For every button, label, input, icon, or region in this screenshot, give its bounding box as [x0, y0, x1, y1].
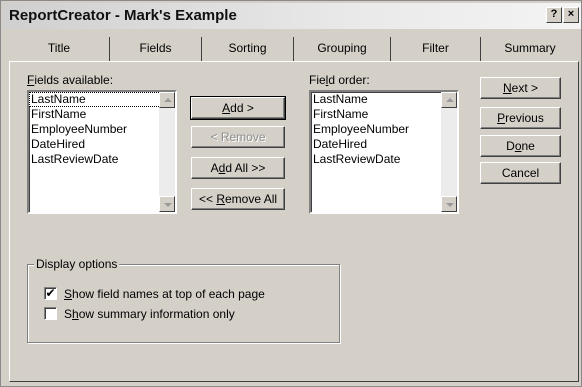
done-mnemonic: o	[514, 139, 522, 153]
arrow-down-icon	[446, 203, 454, 207]
tab-grouping[interactable]: Grouping	[294, 37, 391, 61]
next-button[interactable]: Next >	[480, 77, 561, 99]
list-item[interactable]: EmployeeNumber	[311, 122, 457, 137]
next-label: ext >	[511, 81, 539, 95]
arrow-up-icon	[164, 98, 172, 102]
field-order-label: Field order:	[309, 73, 370, 87]
tab-fields[interactable]: Fields	[110, 37, 202, 61]
fields-tab-panel: Fields available: LastName FirstName Emp…	[9, 61, 579, 382]
cancel-button[interactable]: Cancel	[480, 162, 561, 184]
tab-filter[interactable]: Filter	[391, 37, 481, 61]
arrow-up-icon	[446, 98, 454, 102]
display-options-title: Display options	[34, 257, 120, 271]
list-item[interactable]: EmployeeNumber	[29, 122, 175, 137]
list-item[interactable]: DateHired	[311, 137, 457, 152]
help-button[interactable]: ?	[546, 7, 562, 23]
scroll-down-button[interactable]	[441, 196, 457, 212]
show-field-names-option[interactable]: ✔ Show field names at top of each page	[44, 286, 334, 302]
scroll-up-button[interactable]	[441, 92, 457, 108]
show-field-names-mnemonic: S	[64, 287, 73, 301]
tab-sorting[interactable]: Sorting	[202, 37, 294, 61]
scroll-up-button[interactable]	[159, 92, 175, 108]
fields-available-label-text: ields available:	[34, 73, 114, 87]
tab-summary[interactable]: Summary	[481, 37, 579, 61]
tab-summary-label: Summary	[504, 41, 556, 55]
field-order-label-pre: Fie	[309, 73, 326, 87]
show-summary-mnemonic: h	[72, 307, 79, 321]
list-item[interactable]: FirstName	[29, 107, 175, 122]
display-options-groupbox: Display options ✔ Show field names at to…	[27, 257, 340, 343]
window-title: ReportCreator - Mark's Example	[9, 7, 237, 24]
arrow-down-icon	[164, 203, 172, 207]
title-bar: ReportCreator - Mark's Example ? ×	[3, 3, 581, 29]
remove-all-label-pre: <<	[198, 192, 217, 206]
next-mnemonic: N	[502, 81, 512, 95]
list-item[interactable]: LastName	[311, 92, 457, 107]
tab-grouping-label: Grouping	[317, 41, 367, 55]
fields-available-label: Fields available:	[27, 73, 113, 87]
remove-button[interactable]: < Remove	[191, 126, 285, 148]
scroll-down-button[interactable]	[159, 196, 175, 212]
add-label: dd >	[230, 101, 254, 115]
show-summary-label: Show summary information only	[64, 306, 235, 322]
add-all-label-pre: A	[210, 161, 219, 175]
show-field-names-label: Show field names at top of each page	[64, 286, 265, 302]
done-label-pre: D	[506, 139, 515, 153]
show-field-names-checkbox[interactable]: ✔	[44, 287, 57, 300]
remove-all-mnemonic: R	[216, 192, 225, 206]
tab-fields-label: Fields	[139, 41, 172, 55]
tab-filter-label: Filter	[422, 41, 449, 55]
tab-sorting-label: Sorting	[228, 41, 267, 55]
list-item[interactable]: LastName	[29, 92, 175, 107]
previous-mnemonic: P	[497, 111, 506, 125]
close-button[interactable]: ×	[563, 7, 579, 23]
field-order-listbox[interactable]: LastName FirstName EmployeeNumber DateHi…	[309, 90, 459, 214]
remove-all-label: emove All	[225, 192, 278, 206]
previous-button[interactable]: Previous	[480, 107, 561, 129]
show-summary-checkbox[interactable]	[44, 307, 57, 320]
add-all-label: d All >>	[225, 161, 266, 175]
remove-all-button[interactable]: << Remove All	[191, 188, 285, 210]
add-mnemonic: A	[222, 101, 231, 115]
list-item[interactable]: DateHired	[29, 137, 175, 152]
tab-title-label: Title	[47, 41, 71, 55]
list-item[interactable]: FirstName	[311, 107, 457, 122]
tab-strip: Title Fields Sorting Grouping Filter Sum…	[9, 37, 579, 61]
show-summary-label-pre: S	[64, 307, 73, 321]
report-creator-window: ReportCreator - Mark's Example ? × Title…	[0, 0, 582, 387]
list-item[interactable]: LastReviewDate	[311, 152, 457, 167]
done-button[interactable]: Done	[480, 135, 561, 157]
fields-available-scrollbar[interactable]	[159, 92, 175, 212]
tab-title[interactable]: Title	[9, 37, 110, 61]
done-label: ne	[521, 139, 535, 153]
add-all-button[interactable]: Add All >>	[191, 157, 285, 179]
show-summary-option[interactable]: Show summary information only	[44, 306, 334, 322]
list-item[interactable]: LastReviewDate	[29, 152, 175, 167]
show-field-names-text: how field names at top of each page	[72, 287, 265, 301]
show-summary-text: ow summary information only	[78, 307, 235, 321]
fields-available-listbox[interactable]: LastName FirstName EmployeeNumber DateHi…	[27, 90, 177, 214]
field-order-scrollbar[interactable]	[441, 92, 457, 212]
add-button[interactable]: Add >	[190, 96, 286, 120]
previous-label: revious	[505, 111, 544, 125]
field-order-label-text: d order:	[328, 73, 370, 87]
